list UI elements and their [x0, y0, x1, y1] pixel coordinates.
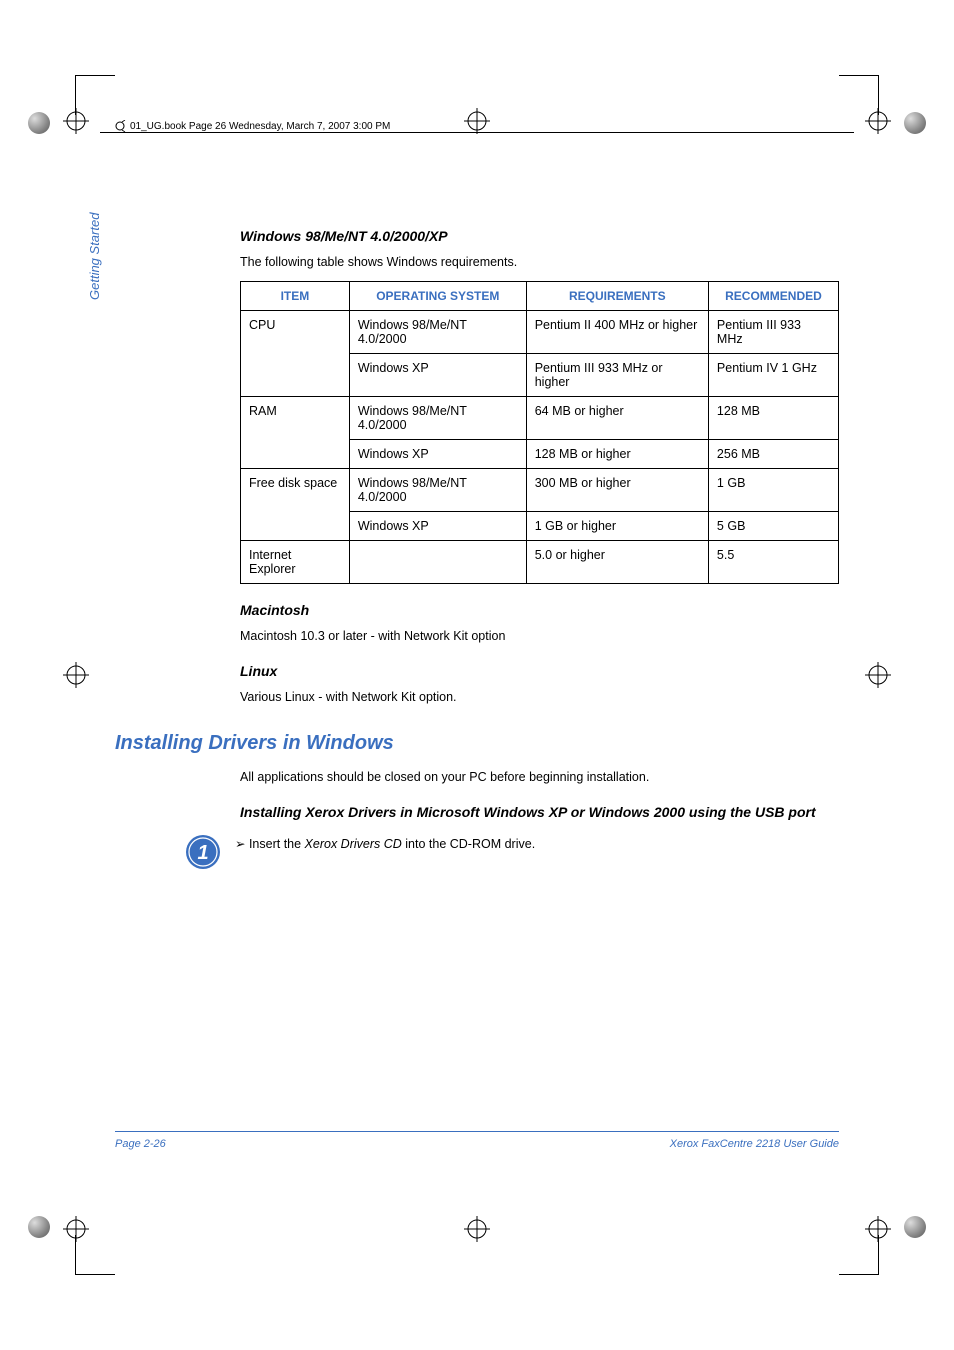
- cell-req: 5.0 or higher: [526, 540, 708, 583]
- cell-item: RAM: [241, 396, 350, 468]
- cell-item: Internet Explorer: [241, 540, 350, 583]
- mac-text: Macintosh 10.3 or later - with Network K…: [240, 628, 839, 645]
- header-filestamp: 01_UG.book Page 26 Wednesday, March 7, 2…: [112, 120, 392, 132]
- cell-req: 128 MB or higher: [526, 439, 708, 468]
- table-row: RAM Windows 98/Me/NT 4.0/2000 64 MB or h…: [241, 396, 839, 439]
- windows-intro: The following table shows Windows requir…: [240, 254, 839, 271]
- cell-req: 1 GB or higher: [526, 511, 708, 540]
- cell-rec: 128 MB: [708, 396, 838, 439]
- cell-os: Windows XP: [349, 439, 526, 468]
- table-row: Free disk space Windows 98/Me/NT 4.0/200…: [241, 468, 839, 511]
- cell-os: Windows 98/Me/NT 4.0/2000: [349, 310, 526, 353]
- cell-req: 300 MB or higher: [526, 468, 708, 511]
- table-row: CPU Windows 98/Me/NT 4.0/2000 Pentium II…: [241, 310, 839, 353]
- cell-item: Free disk space: [241, 468, 350, 540]
- step-1-prefix: Insert the: [249, 837, 305, 851]
- windows-heading: Windows 98/Me/NT 4.0/2000/XP: [240, 228, 839, 244]
- body-column: Windows 98/Me/NT 4.0/2000/XP The followi…: [240, 228, 839, 706]
- binder-ring-icon: [114, 120, 126, 132]
- footer-doc-title: Xerox FaxCentre 2218 User Guide: [670, 1138, 839, 1150]
- registration-mark-icon: [63, 108, 89, 134]
- table-row: Internet Explorer 5.0 or higher 5.5: [241, 540, 839, 583]
- color-swatch-icon: [904, 1216, 926, 1238]
- linux-heading: Linux: [240, 663, 839, 679]
- registration-mark-icon: [63, 1216, 89, 1242]
- col-rec: RECOMMENDED: [708, 281, 838, 310]
- step-1-suffix: into the CD-ROM drive.: [402, 837, 535, 851]
- cell-os: [349, 540, 526, 583]
- color-swatch-icon: [28, 1216, 50, 1238]
- color-swatch-icon: [28, 112, 50, 134]
- install-heading: Installing Drivers in Windows: [115, 732, 839, 755]
- step-1-text: ➢ Insert the Xerox Drivers CD into the C…: [235, 834, 535, 851]
- col-os: OPERATING SYSTEM: [349, 281, 526, 310]
- cell-rec: Pentium III 933 MHz: [708, 310, 838, 353]
- section-side-label: Getting Started: [87, 213, 102, 300]
- install-sub-heading: Installing Xerox Drivers in Microsoft Wi…: [240, 804, 839, 820]
- cell-os: Windows 98/Me/NT 4.0/2000: [349, 396, 526, 439]
- cell-rec: 256 MB: [708, 439, 838, 468]
- registration-mark-icon: [865, 108, 891, 134]
- cell-req: Pentium II 400 MHz or higher: [526, 310, 708, 353]
- cell-rec: Pentium IV 1 GHz: [708, 353, 838, 396]
- page: 01_UG.book Page 26 Wednesday, March 7, 2…: [0, 0, 954, 1350]
- requirements-table: ITEM OPERATING SYSTEM REQUIREMENTS RECOM…: [240, 281, 839, 584]
- cell-rec: 1 GB: [708, 468, 838, 511]
- step-1: 1 ➢ Insert the Xerox Drivers CD into the…: [185, 834, 839, 870]
- col-item: ITEM: [241, 281, 350, 310]
- cell-item: CPU: [241, 310, 350, 396]
- cell-os: Windows XP: [349, 511, 526, 540]
- registration-mark-icon: [464, 1216, 490, 1242]
- cell-os: Windows 98/Me/NT 4.0/2000: [349, 468, 526, 511]
- linux-text: Various Linux - with Network Kit option.: [240, 689, 839, 706]
- cell-req: 64 MB or higher: [526, 396, 708, 439]
- step-1-em: Xerox Drivers CD: [305, 837, 402, 851]
- step-number: 1: [197, 842, 208, 864]
- registration-mark-icon: [865, 662, 891, 688]
- cell-rec: 5 GB: [708, 511, 838, 540]
- bullet-arrow-icon: ➢: [235, 837, 249, 851]
- header-rule: [100, 132, 854, 133]
- color-swatch-icon: [904, 112, 926, 134]
- col-req: REQUIREMENTS: [526, 281, 708, 310]
- cell-req: Pentium III 933 MHz or higher: [526, 353, 708, 396]
- table-header-row: ITEM OPERATING SYSTEM REQUIREMENTS RECOM…: [241, 281, 839, 310]
- header-filestamp-text: 01_UG.book Page 26 Wednesday, March 7, 2…: [130, 121, 390, 132]
- cell-rec: 5.5: [708, 540, 838, 583]
- install-intro: All applications should be closed on you…: [240, 769, 839, 786]
- footer-page-number: Page 2-26: [115, 1138, 166, 1150]
- install-body: All applications should be closed on you…: [240, 769, 839, 820]
- registration-mark-icon: [63, 662, 89, 688]
- content-area: Getting Started Windows 98/Me/NT 4.0/200…: [115, 210, 839, 1210]
- cell-os: Windows XP: [349, 353, 526, 396]
- registration-mark-icon: [464, 108, 490, 134]
- step-number-badge-icon: 1: [185, 834, 221, 870]
- page-footer: Page 2-26 Xerox FaxCentre 2218 User Guid…: [115, 1131, 839, 1150]
- registration-mark-icon: [865, 1216, 891, 1242]
- mac-heading: Macintosh: [240, 602, 839, 618]
